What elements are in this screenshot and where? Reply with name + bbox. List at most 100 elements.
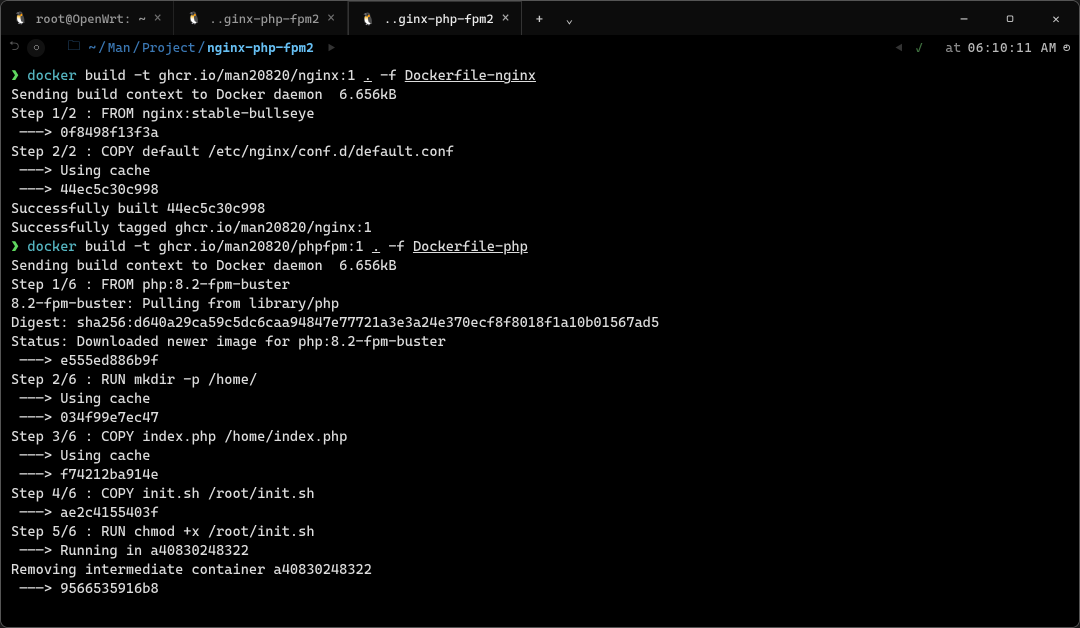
chevron-down-icon: ⌄ — [566, 11, 574, 26]
breadcrumb-segment[interactable]: Man — [108, 41, 131, 56]
breadcrumb-separator: / — [196, 41, 208, 56]
output-text: Step 3/6 : COPY index.php /home/index.ph… — [11, 429, 347, 445]
output-text: Status: Downloaded newer image for php:8… — [11, 334, 446, 350]
terminal-line: Step 1/2 : FROM nginx:stable-bullseye — [11, 105, 1069, 124]
tab-dropdown-button[interactable]: ⌄ — [556, 1, 582, 35]
maximize-button[interactable]: ▢ — [987, 1, 1033, 35]
terminal-line: Successfully tagged ghcr.io/man20820/ngi… — [11, 219, 1069, 238]
step-arrow: ———> — [11, 410, 60, 426]
output-text: Successfully tagged ghcr.io/man20820/ngi… — [11, 220, 372, 236]
terminal-line: Sending build context to Docker daemon 6… — [11, 86, 1069, 105]
terminal-line: ———> ae2c4155403f — [11, 504, 1069, 523]
maximize-icon: ▢ — [1006, 11, 1013, 26]
cmd-token: docker — [27, 239, 76, 255]
terminal-line: Status: Downloaded newer image for php:8… — [11, 333, 1069, 352]
breadcrumb-segment[interactable]: Project — [142, 41, 195, 56]
terminal-line: ———> 0f8498f13f3a — [11, 124, 1069, 143]
tab-close-button[interactable]: × — [154, 12, 162, 25]
tux-icon: 🐧 — [361, 13, 376, 25]
prompt-icon: ❯ — [11, 68, 27, 84]
terminal-line: Step 1/6 : FROM php:8.2-fpm-buster — [11, 276, 1069, 295]
minimize-button[interactable]: — — [941, 1, 987, 35]
terminal-line: Step 2/2 : COPY default /etc/nginx/conf.… — [11, 143, 1069, 162]
terminal-line: 8.2-fpm-buster: Pulling from library/php — [11, 295, 1069, 314]
tab-title: ..ginx-php-fpm2 — [209, 11, 319, 26]
terminal-line: ———> 034f99e7ec47 — [11, 409, 1069, 428]
output-text: 034f99e7ec47 — [60, 410, 158, 426]
step-arrow: ———> — [11, 467, 60, 483]
terminal-line: ———> e555ed886b9f — [11, 352, 1069, 371]
output-text: Step 2/6 : RUN mkdir -p /home/ — [11, 372, 257, 388]
tab-1[interactable]: 🐧..ginx-php-fpm2× — [174, 1, 347, 35]
back-button[interactable]: ⮌ — [9, 37, 19, 59]
cmd-token: Dockerfile-nginx — [405, 68, 536, 84]
terminal-line: ———> 44ec5c30c998 — [11, 181, 1069, 200]
output-text: Step 2/2 : COPY default /etc/nginx/conf.… — [11, 144, 454, 160]
step-arrow: ———> — [11, 543, 60, 559]
new-tab-button[interactable]: + — [522, 1, 556, 35]
cmd-token: Dockerfile-php — [413, 239, 528, 255]
ubuntu-icon: ◌ — [33, 43, 39, 54]
terminal-line: Removing intermediate container a4083024… — [11, 561, 1069, 580]
close-button[interactable]: ✕ — [1033, 1, 1079, 35]
titlebar: 🐧root@OpenWrt: ~×🐧..ginx-php-fpm2×🐧..gin… — [1, 1, 1079, 35]
step-arrow: ———> — [11, 505, 60, 521]
window-controls: — ▢ ✕ — [941, 1, 1079, 35]
breadcrumb-separator: / — [96, 41, 108, 56]
output-text: 0f8498f13f3a — [60, 125, 158, 141]
output-text: e555ed886b9f — [60, 353, 158, 369]
step-arrow: ———> — [11, 353, 60, 369]
output-text: ae2c4155403f — [60, 505, 158, 521]
tabs: 🐧root@OpenWrt: ~×🐧..ginx-php-fpm2×🐧..gin… — [1, 1, 522, 35]
minimize-icon: — — [960, 11, 967, 26]
time-label: at — [945, 41, 961, 56]
tab-title: ..ginx-php-fpm2 — [384, 11, 494, 26]
breadcrumb-segment[interactable]: ~ — [88, 41, 96, 56]
tab-close-button[interactable]: × — [502, 12, 510, 25]
terminal-line: ———> Using cache — [11, 447, 1069, 466]
cmd-token: docker — [27, 68, 76, 84]
breadcrumb-segment[interactable]: nginx-php-fpm2 — [207, 41, 314, 56]
output-text: Sending build context to Docker daemon 6… — [11, 258, 397, 274]
tab-close-button[interactable]: × — [327, 12, 335, 25]
terminal-line: Sending build context to Docker daemon 6… — [11, 257, 1069, 276]
output-text: Using cache — [60, 163, 150, 179]
terminal-output[interactable]: ❯ docker build -t ghcr.io/man20820/nginx… — [1, 61, 1079, 627]
step-arrow: ———> — [11, 391, 60, 407]
close-icon: ✕ — [1052, 11, 1060, 26]
prompt-icon: ❯ — [11, 239, 27, 255]
output-text: Step 5/6 : RUN chmod +x /root/init.sh — [11, 524, 315, 540]
output-text: Sending build context to Docker daemon 6… — [11, 87, 397, 103]
cmd-token: build -t ghcr.io/man20820/nginx:1 — [77, 68, 364, 84]
os-badge: ◌ — [27, 39, 45, 57]
terminal-line: Step 2/6 : RUN mkdir -p /home/ — [11, 371, 1069, 390]
step-arrow: ———> — [11, 182, 60, 198]
time-value: 06:10:11 AM — [968, 41, 1057, 56]
tux-icon: 🐧 — [13, 12, 28, 24]
step-arrow: ———> — [11, 125, 60, 141]
output-text: 9566535916b8 — [60, 581, 158, 597]
terminal-line: ❯ docker build -t ghcr.io/man20820/nginx… — [11, 67, 1069, 86]
output-text: 44ec5c30c998 — [60, 182, 158, 198]
statusbar-left: ⮌ ◌ 🗀 ~/Man/Project/nginx-php-fpm2 ▶ — [9, 37, 335, 59]
tab-2[interactable]: 🐧 ..ginx-php-fpm2 × — [348, 1, 522, 35]
terminal-line: Step 3/6 : COPY index.php /home/index.ph… — [11, 428, 1069, 447]
statusbar: ⮌ ◌ 🗀 ~/Man/Project/nginx-php-fpm2 ▶ ◀ ✓… — [1, 35, 1079, 61]
chevron-left-icon: ◀ — [895, 41, 909, 56]
tab-0[interactable]: 🐧root@OpenWrt: ~× — [1, 1, 174, 35]
terminal-line: ———> Using cache — [11, 162, 1069, 181]
output-text: Step 4/6 : COPY init.sh /root/init.sh — [11, 486, 315, 502]
cmd-token: . — [364, 68, 372, 84]
breadcrumb: ~/Man/Project/nginx-php-fpm2 — [88, 41, 313, 56]
cmd-token: -f — [380, 239, 413, 255]
output-text: Using cache — [60, 448, 150, 464]
statusbar-time: ◀ ✓ at 06:10:11 AM ◴ — [895, 41, 1071, 56]
clock-icon: ◴ — [1063, 41, 1071, 56]
plus-icon: + — [536, 11, 543, 26]
terminal-line: ———> 9566535916b8 — [11, 580, 1069, 599]
output-text: Successfully built 44ec5c30c998 — [11, 201, 265, 217]
folder-icon: 🗀 — [67, 37, 80, 59]
titlebar-drag[interactable] — [582, 1, 941, 35]
terminal-line: Digest: sha256:d640a29ca59c5dc6caa94847e… — [11, 314, 1069, 333]
output-text: Removing intermediate container a4083024… — [11, 562, 372, 578]
